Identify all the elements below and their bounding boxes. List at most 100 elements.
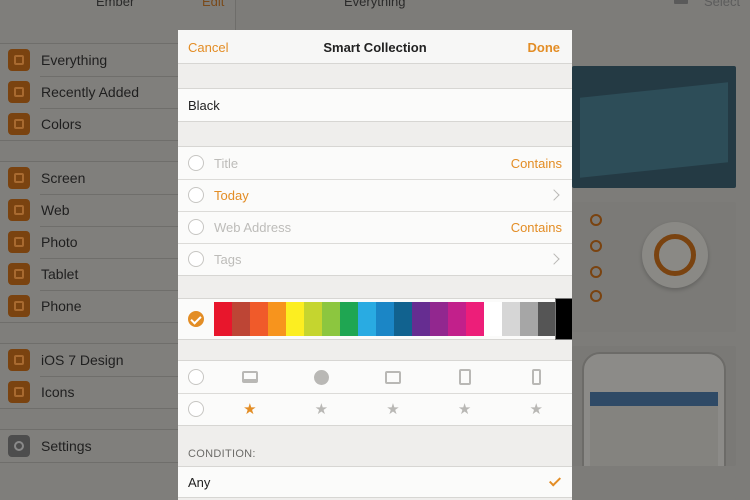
sidebar-item-label: Photo — [41, 234, 78, 250]
condition-section: Any — [178, 466, 572, 498]
rule-label: Today — [214, 187, 249, 203]
tablet-icon — [8, 263, 30, 285]
rule-radio[interactable] — [188, 219, 204, 235]
color-swatch[interactable] — [286, 302, 304, 336]
sidebar-item-label: Icons — [41, 384, 75, 400]
smart-collection-modal: Cancel Smart Collection Done Title Contai… — [178, 30, 572, 500]
globe-icon — [8, 199, 30, 221]
clock-icon — [8, 81, 30, 103]
color-swatch[interactable] — [304, 302, 322, 336]
color-swatch[interactable] — [520, 302, 538, 336]
sidebar-edit-button[interactable]: Edit — [202, 0, 224, 9]
modal-nav-bar: Cancel Smart Collection Done — [178, 30, 572, 64]
screen-icon — [8, 167, 30, 189]
thumbnail-phone[interactable] — [572, 346, 736, 466]
rule-operator[interactable]: Contains — [511, 220, 562, 235]
screen-icon — [241, 371, 258, 383]
globe-icon — [313, 369, 329, 385]
star-icon: ★ — [457, 400, 472, 418]
rule-row[interactable]: Title Contains — [178, 147, 572, 179]
type-option[interactable] — [214, 361, 286, 393]
type-rule-radio[interactable] — [188, 369, 204, 385]
condition-value: Any — [188, 474, 211, 490]
color-swatch[interactable] — [358, 302, 376, 336]
sidebar-item-label: Recently Added — [41, 84, 140, 100]
color-swatch[interactable] — [376, 302, 394, 336]
type-option[interactable] — [500, 361, 572, 393]
type-rating-section: ★ ★ ★ ★ ★ — [178, 360, 572, 426]
rule-row[interactable]: Today — [178, 179, 572, 211]
phone-icon — [531, 369, 541, 385]
chevron-right-icon — [548, 253, 560, 265]
done-button[interactable]: Done — [528, 40, 561, 55]
tablet-icon — [458, 369, 471, 385]
star-icon: ★ — [386, 400, 400, 418]
rules-section: Title Contains Today Web Address Contains Tag… — [178, 146, 572, 276]
color-swatch[interactable] — [412, 302, 430, 336]
type-option[interactable] — [357, 361, 429, 393]
rule-radio[interactable] — [188, 187, 204, 203]
color-swatch[interactable] — [250, 302, 268, 336]
smart-collection-icon — [8, 381, 30, 403]
color-rule-radio[interactable] — [188, 311, 204, 327]
color-swatch[interactable] — [394, 302, 412, 336]
condition-row[interactable]: Any — [178, 467, 572, 497]
rating-option[interactable]: ★ — [429, 393, 501, 425]
color-swatches — [214, 299, 572, 339]
color-swatch[interactable] — [268, 302, 286, 336]
thumbnail-dashboard[interactable] — [572, 66, 736, 188]
modal-title: Smart Collection — [323, 40, 427, 55]
rule-row[interactable]: Web Address Contains — [178, 211, 572, 243]
name-section — [178, 88, 572, 122]
color-swatch[interactable] — [556, 299, 572, 339]
color-swatch[interactable] — [484, 302, 502, 336]
chevron-right-icon — [548, 189, 560, 201]
phone-icon — [8, 295, 30, 317]
star-icon: ★ — [314, 400, 329, 418]
sidebar-item-label: Tablet — [41, 266, 79, 282]
rating-option[interactable]: ★ — [214, 393, 286, 425]
thumbnail-partial[interactable] — [572, 476, 736, 500]
rule-radio[interactable] — [188, 251, 204, 267]
rule-operator[interactable]: Contains — [511, 156, 562, 171]
sidebar-item-label: Everything — [41, 52, 108, 68]
color-swatch[interactable] — [322, 302, 340, 336]
gear-icon — [8, 435, 30, 457]
sidebar-header: Ember Edit — [0, 0, 235, 12]
sidebar-item-label: Settings — [41, 438, 92, 454]
rating-option[interactable]: ★ — [500, 393, 572, 425]
color-swatch[interactable] — [466, 302, 484, 336]
select-icon[interactable] — [674, 0, 688, 4]
sidebar-item-label: Colors — [41, 116, 82, 132]
color-swatch[interactable] — [538, 302, 556, 336]
sidebar-item-label: Screen — [41, 170, 86, 186]
color-swatch[interactable] — [502, 302, 520, 336]
everything-icon — [8, 49, 30, 71]
type-row — [178, 361, 572, 393]
condition-label: CONDITION: — [188, 448, 256, 460]
sidebar-item-label: Phone — [41, 298, 82, 314]
type-option[interactable] — [429, 361, 501, 393]
rule-label: Web Address — [214, 219, 292, 235]
type-option[interactable] — [286, 361, 358, 393]
select-button[interactable]: Select — [704, 0, 740, 9]
color-swatch[interactable] — [340, 302, 358, 336]
color-swatch[interactable] — [214, 302, 232, 336]
color-swatch[interactable] — [232, 302, 250, 336]
collection-name-field[interactable] — [178, 90, 572, 120]
color-swatch[interactable] — [448, 302, 466, 336]
smart-collection-icon — [8, 349, 30, 371]
rating-rule-radio[interactable] — [188, 401, 204, 417]
sidebar-item-label: Web — [41, 202, 70, 218]
rating-option[interactable]: ★ — [357, 393, 429, 425]
rule-row[interactable]: Tags — [178, 243, 572, 275]
star-icon: ★ — [529, 400, 543, 418]
rule-label: Tags — [214, 251, 242, 267]
rule-radio[interactable] — [188, 155, 204, 171]
color-section — [178, 298, 572, 340]
rating-option[interactable]: ★ — [286, 393, 358, 425]
palette-icon — [8, 113, 30, 135]
rating-row: ★ ★ ★ ★ ★ — [178, 393, 572, 425]
thumbnail-logo[interactable] — [572, 202, 736, 332]
color-swatch[interactable] — [430, 302, 448, 336]
